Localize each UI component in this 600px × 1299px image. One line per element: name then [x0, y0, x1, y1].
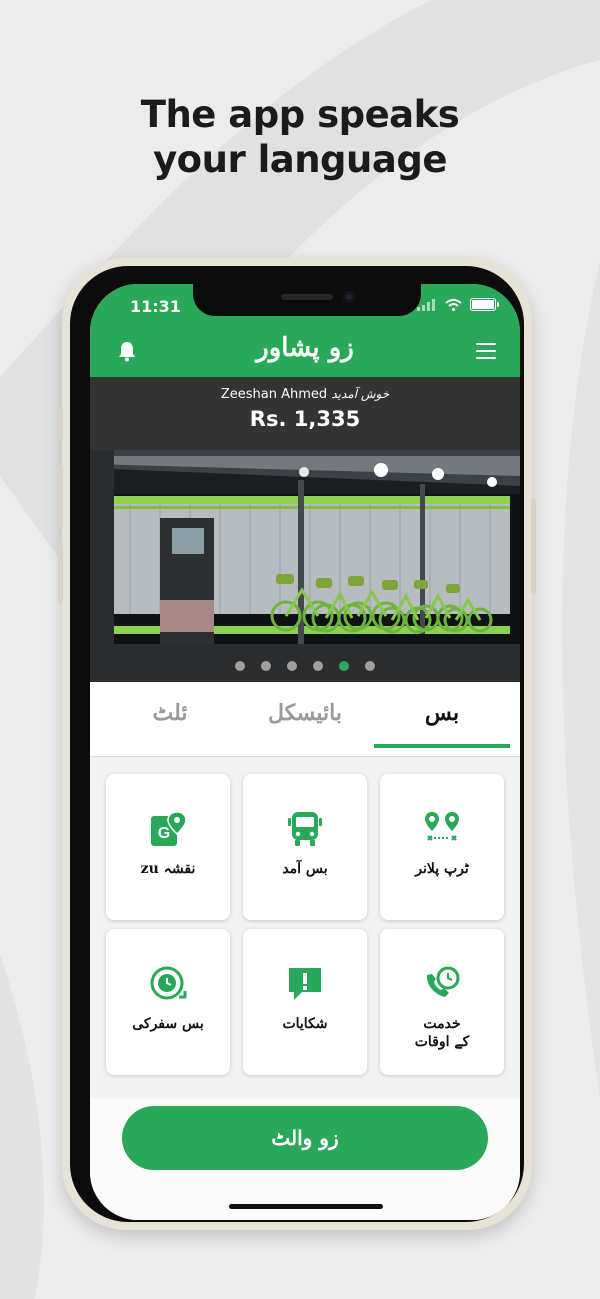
tile-label: شکایات — [282, 1016, 328, 1032]
map-pin-icon: G — [151, 811, 187, 846]
tile-label: ٹرپ پلانر — [415, 861, 469, 877]
tile-label-line-2: کے اوقات — [414, 1034, 470, 1050]
user-name: Zeeshan Ahmed — [220, 387, 328, 402]
tile-complaints[interactable]: شکایات — [243, 929, 367, 1075]
bus-icon — [288, 812, 322, 846]
volume-up-button — [58, 466, 63, 528]
notch — [193, 284, 421, 316]
power-button — [531, 498, 536, 594]
svg-text:G: G — [158, 825, 170, 842]
volume-down-button — [58, 542, 63, 604]
carousel-dot[interactable] — [261, 661, 271, 671]
alert-message-icon — [289, 968, 321, 1000]
trip-route-icon — [425, 812, 459, 841]
hamburger-menu-icon[interactable] — [476, 343, 496, 359]
tab-bicycle[interactable]: بائیسکل — [235, 700, 375, 726]
greeting-urdu: خوش آمدید — [331, 387, 390, 401]
tile-label-line-1: خدمت — [423, 1016, 461, 1032]
tile-trip-planner[interactable]: ٹرپ پلانر — [380, 774, 504, 920]
app-screen: 11:31 زو پشاور Zeeshan Ahmed خوش آمدید R… — [90, 284, 520, 1220]
speaker-grille — [281, 294, 333, 300]
tile-zu-map[interactable]: G zu نقشہ — [106, 774, 230, 920]
tile-label: بس آمد — [282, 861, 328, 877]
transport-tabs: ئلٹ بائیسکل بس — [90, 682, 520, 757]
tab-bus[interactable]: بس — [372, 700, 512, 726]
phone-bezel: 11:31 زو پشاور Zeeshan Ahmed خوش آمدید R… — [70, 266, 524, 1222]
front-camera — [343, 291, 355, 303]
headline: The app speaks your language — [0, 92, 600, 182]
account-summary: Zeeshan Ahmed خوش آمدید Rs. 1,335 — [90, 377, 520, 450]
zu-wallet-button[interactable]: زو والٹ — [122, 1106, 488, 1170]
clock-history-icon — [150, 966, 187, 1000]
battery-icon — [470, 298, 499, 311]
service-hours-icon — [426, 966, 460, 997]
headline-line-1: The app speaks — [140, 93, 460, 136]
carousel-dot-active[interactable] — [339, 661, 349, 671]
status-icons — [417, 298, 499, 311]
carousel-dot[interactable] — [313, 661, 323, 671]
carousel-indicator — [90, 661, 520, 671]
mute-switch — [58, 408, 63, 440]
bike-station-photo[interactable] — [90, 450, 520, 682]
status-time: 11:31 — [130, 297, 181, 316]
headline-line-2: your language — [153, 138, 447, 181]
tab-ticket[interactable]: ئلٹ — [100, 700, 240, 726]
carousel-dot[interactable] — [287, 661, 297, 671]
tile-label: zu نقشہ — [140, 861, 196, 877]
greeting: Zeeshan Ahmed خوش آمدید — [90, 387, 520, 402]
phone-frame: 11:31 زو پشاور Zeeshan Ahmed خوش آمدید R… — [58, 258, 536, 1230]
app-title: زو پشاور — [256, 333, 354, 363]
carousel-dot[interactable] — [365, 661, 375, 671]
tile-bus-trip-history[interactable]: بس سفرکی — [106, 929, 230, 1075]
tile-label: بس سفرکی — [132, 1016, 204, 1032]
carousel-dot[interactable] — [235, 661, 245, 671]
tile-service-hours[interactable]: خدمت کے اوقات — [380, 929, 504, 1075]
active-tab-indicator — [374, 744, 510, 748]
home-indicator[interactable] — [229, 1204, 383, 1209]
wifi-icon — [445, 298, 462, 311]
wallet-balance: Rs. 1,335 — [249, 407, 361, 431]
tile-bus-arrival[interactable]: بس آمد — [243, 774, 367, 920]
tile-label: خدمت کے اوقات — [386, 1015, 498, 1051]
